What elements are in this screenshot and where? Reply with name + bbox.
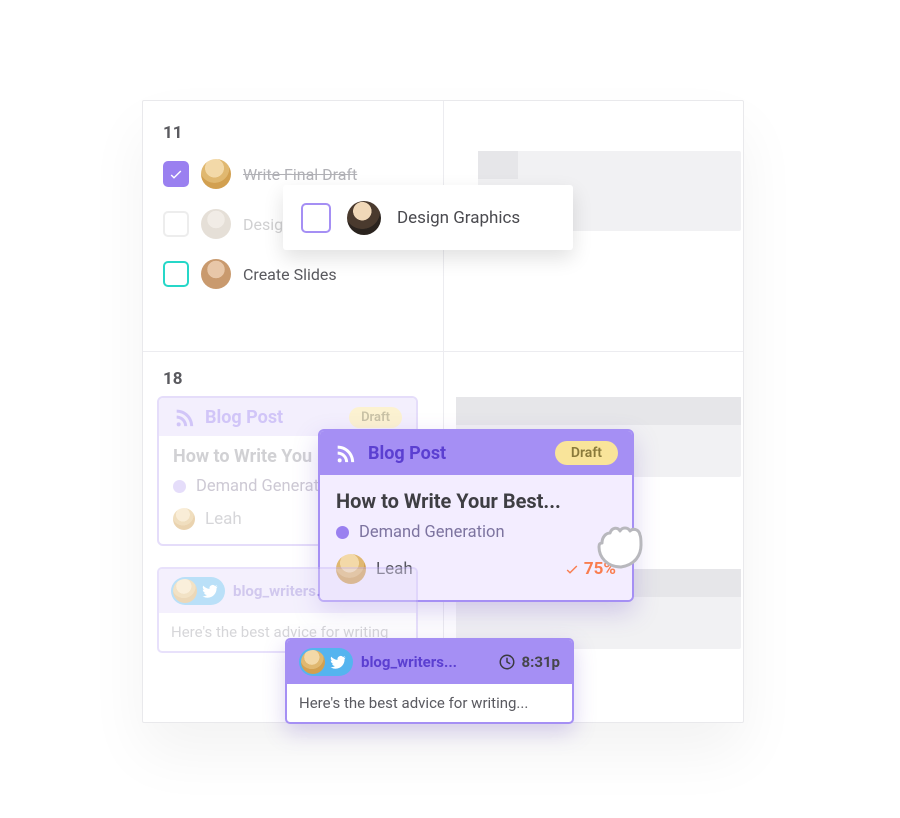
card-type-label: Blog Post <box>205 407 283 428</box>
task-label: Create Slides <box>243 265 337 284</box>
assignee-name: Leah <box>205 509 242 529</box>
task-label: Write Final Draft <box>243 165 357 184</box>
task-row-create-slides[interactable]: Create Slides <box>163 259 337 289</box>
checkbox[interactable] <box>163 261 189 287</box>
status-badge: Draft <box>349 407 402 428</box>
checkbox <box>163 211 189 237</box>
avatar <box>347 201 381 235</box>
checkbox[interactable] <box>301 203 331 233</box>
avatar <box>201 209 231 239</box>
tag-dot <box>173 480 186 493</box>
progress-value: 75% <box>584 559 616 579</box>
card-header: blog_writers. <box>159 569 416 613</box>
rss-icon <box>334 442 356 464</box>
clock-icon <box>498 653 516 671</box>
card-tag: Demand Generatio <box>196 477 332 496</box>
progress-indicator: 75% <box>564 559 616 579</box>
check-icon <box>564 561 580 577</box>
placeholder-header <box>478 151 518 179</box>
rss-icon <box>173 406 195 428</box>
twitter-icon <box>201 582 219 600</box>
avatar <box>201 259 231 289</box>
avatar <box>201 159 231 189</box>
card-type-label: Blog Post <box>368 443 446 464</box>
time-block: 8:31p <box>498 653 560 671</box>
card-title: How to Write Your Best... <box>336 489 616 513</box>
task-label: Design Graphics <box>397 208 520 228</box>
time-value: 8:31p <box>522 653 560 671</box>
placeholder-header <box>456 397 741 425</box>
checkbox-checked[interactable] <box>163 161 189 187</box>
task-drag-card[interactable]: Design Graphics <box>283 185 573 250</box>
card-header: blog_writers... 8:31p <box>287 640 572 684</box>
row-divider <box>143 351 743 352</box>
day-number-bottom: 18 <box>163 369 183 389</box>
twitter-pill <box>299 648 353 676</box>
twitter-icon <box>329 653 347 671</box>
avatar <box>173 508 195 530</box>
avatar <box>301 650 325 674</box>
social-handle: blog_writers... <box>361 653 457 671</box>
card-tag: Demand Generation <box>359 523 505 542</box>
tag-dot <box>336 526 349 539</box>
avatar <box>173 579 197 603</box>
check-icon <box>168 166 184 182</box>
twitter-pill <box>171 577 225 605</box>
social-snippet: Here's the best advice for writing... <box>299 694 528 712</box>
day-number-top: 11 <box>163 123 183 143</box>
card-header: Blog Post Draft <box>320 431 632 475</box>
card-body: Here's the best advice for writing... <box>287 684 572 722</box>
social-handle: blog_writers. <box>233 582 320 600</box>
status-badge: Draft <box>555 441 618 465</box>
social-card[interactable]: blog_writers... 8:31p Here's the best ad… <box>285 638 574 724</box>
